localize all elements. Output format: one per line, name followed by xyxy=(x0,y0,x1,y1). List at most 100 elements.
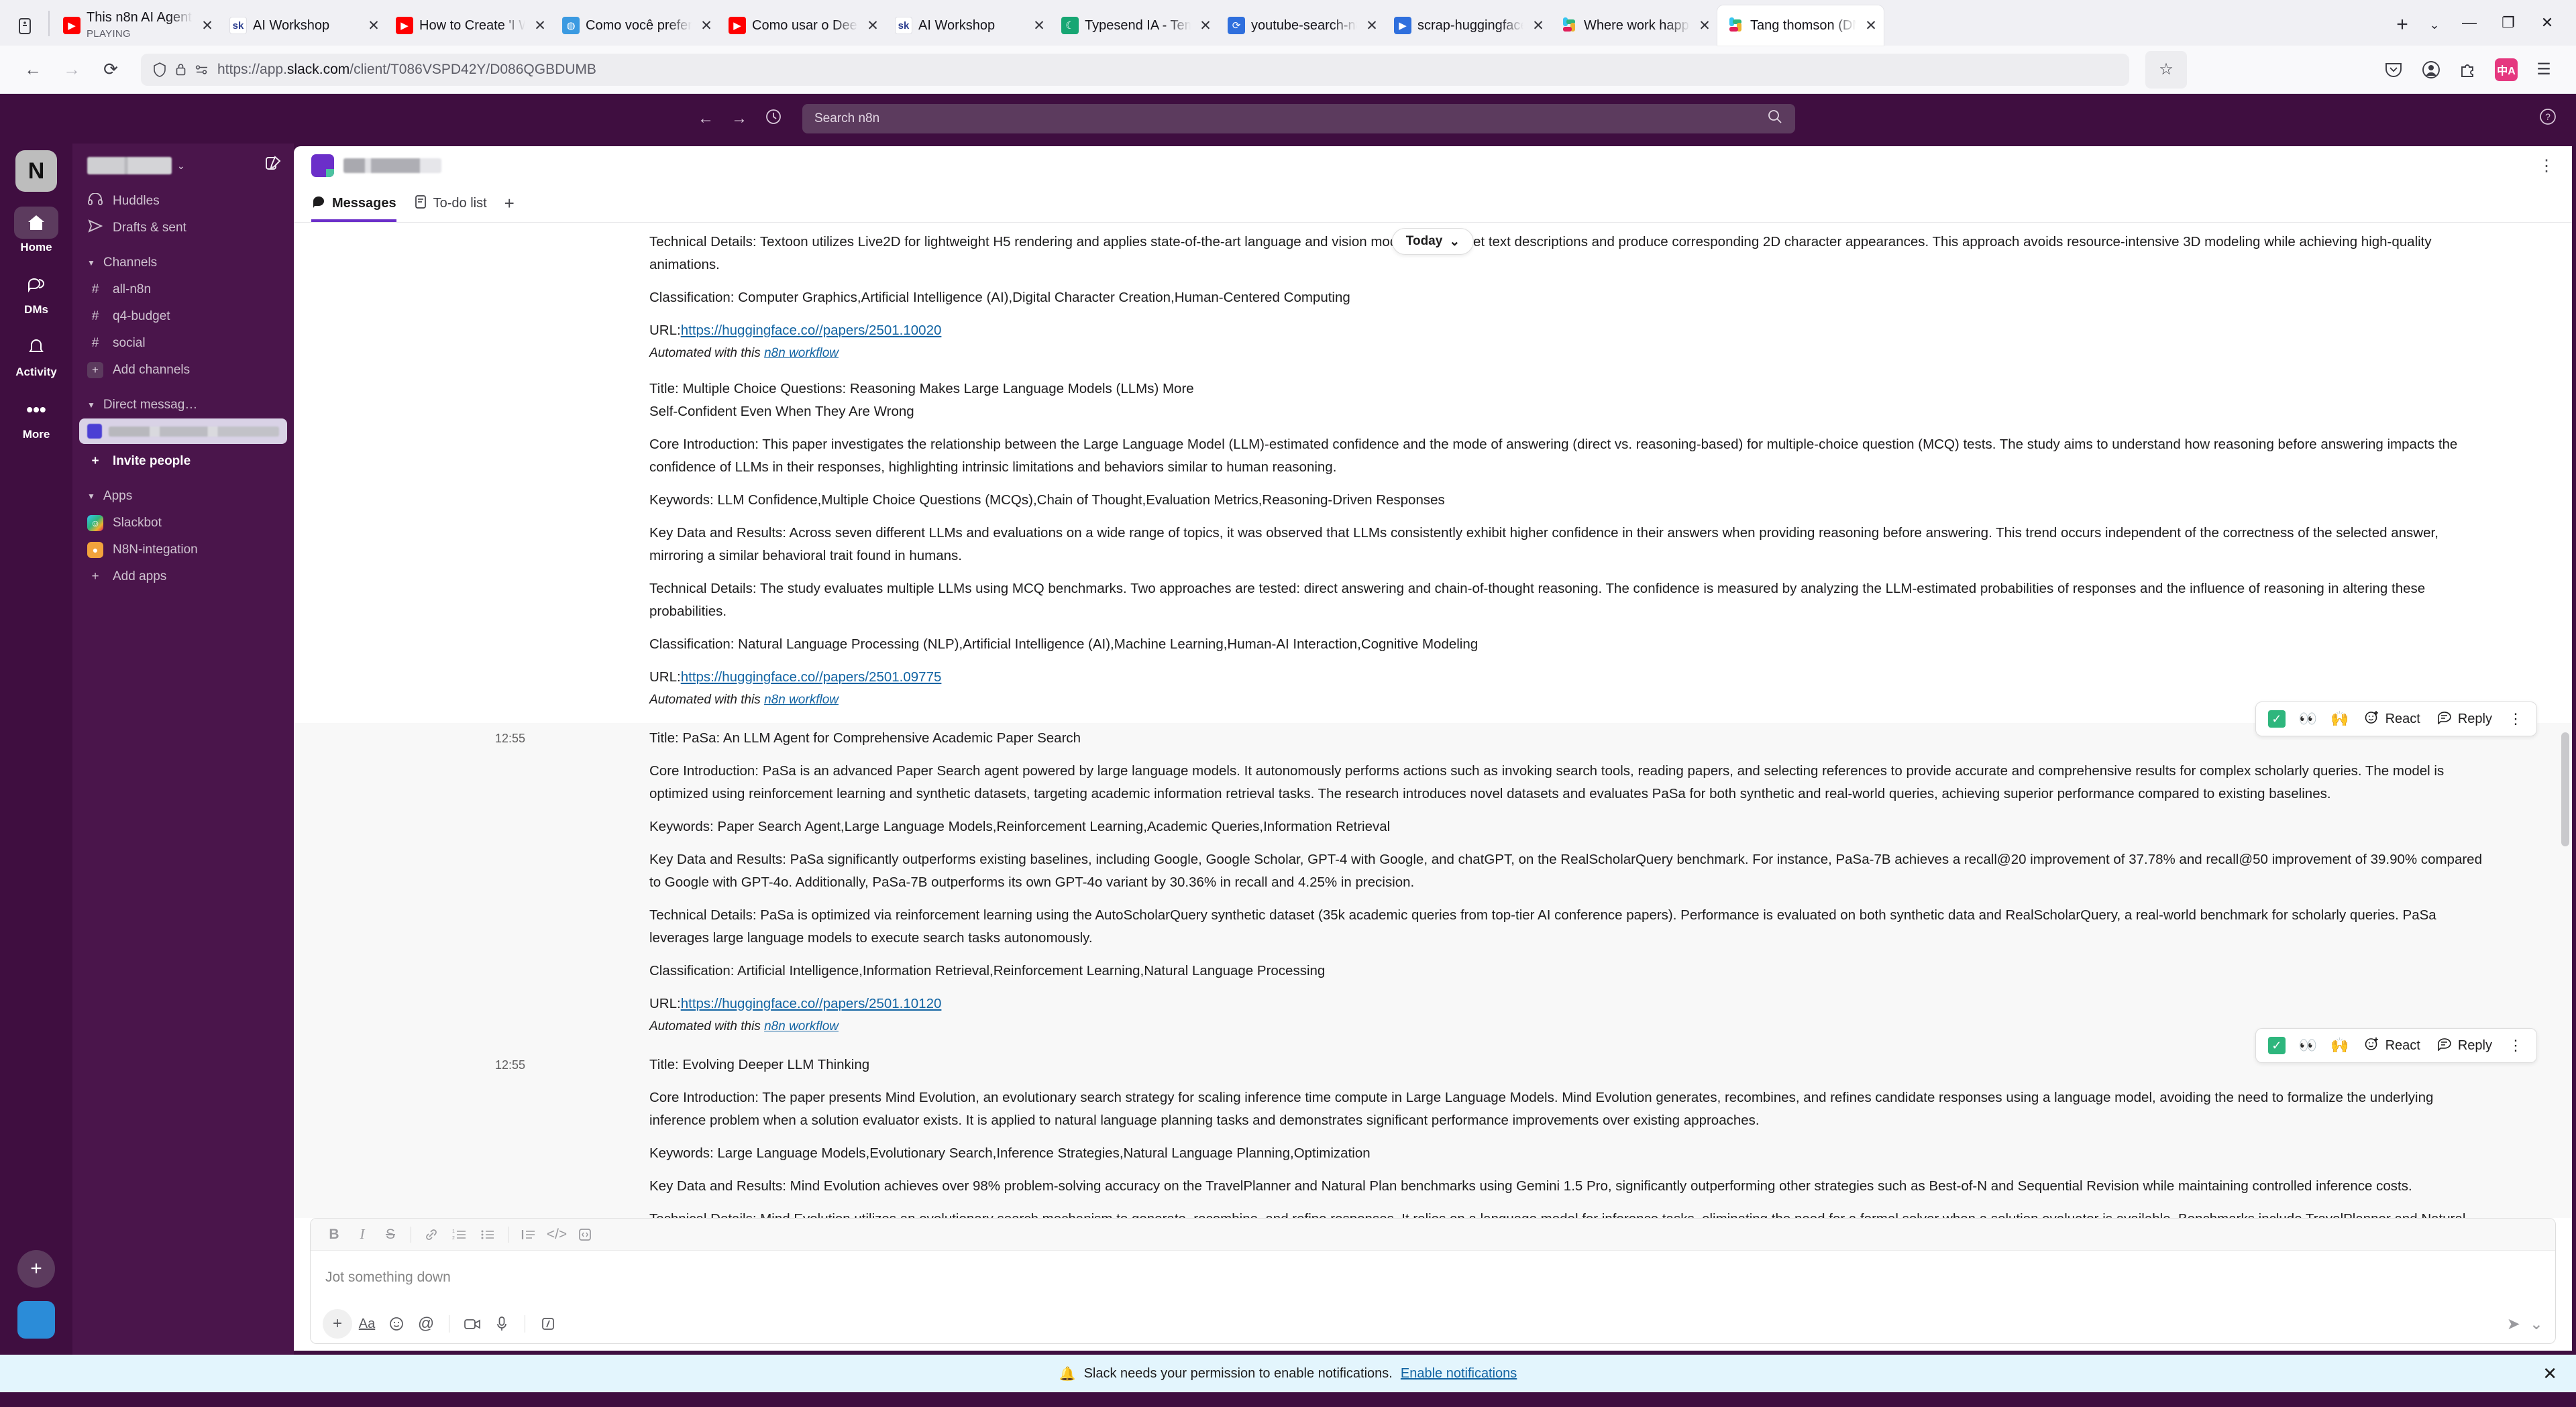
sidebar-item-social[interactable]: # social xyxy=(72,330,294,357)
browser-tab[interactable]: sk AI Workshop ✕ xyxy=(220,5,386,46)
sidebar-item-slackbot[interactable]: ☺ Slackbot xyxy=(72,510,294,537)
reaction-white-check-mark-icon[interactable]: ✓ xyxy=(2261,706,2292,732)
composer-input[interactable]: Jot something down xyxy=(311,1251,2555,1304)
rail-item-activity[interactable]: Activity xyxy=(9,331,64,379)
browser-tab[interactable]: sk AI Workshop ✕ xyxy=(885,5,1052,46)
new-tab-button[interactable]: + xyxy=(2385,8,2419,42)
sidebar-item-dm-active[interactable] xyxy=(79,418,287,444)
reaction-eyes-icon[interactable]: 👀 xyxy=(2292,1032,2324,1059)
browser-tab[interactable]: ◍ Como você prefere pagar ✕ xyxy=(553,5,719,46)
sidebar-section-apps[interactable]: ▼ Apps xyxy=(72,483,294,510)
video-clip-button[interactable] xyxy=(458,1309,487,1339)
pocket-icon[interactable] xyxy=(2375,51,2412,89)
send-options-caret-icon[interactable]: ⌄ xyxy=(2530,1314,2543,1334)
tab-close-icon[interactable]: ✕ xyxy=(1696,17,1713,34)
slack-back-icon[interactable]: ← xyxy=(698,109,714,128)
window-minimize-button[interactable]: — xyxy=(2450,5,2489,40)
sidebar-item-drafts[interactable]: Drafts & sent xyxy=(72,215,294,241)
sidebar-item-huddles[interactable]: Huddles xyxy=(72,188,294,215)
react-button[interactable]: React xyxy=(2356,1032,2428,1059)
message-hover-toolbar[interactable]: ✓ 👀 🙌 React Reply ⋮ xyxy=(2255,1028,2537,1063)
bullet-list-button[interactable] xyxy=(474,1221,502,1248)
tab-close-icon[interactable]: ✕ xyxy=(1529,17,1547,34)
tab-close-icon[interactable]: ✕ xyxy=(1030,17,1048,34)
window-restore-button[interactable]: ❐ xyxy=(2489,5,2528,40)
send-button[interactable]: ➤ xyxy=(2507,1314,2520,1334)
mention-button[interactable]: @ xyxy=(411,1309,441,1339)
sidebar-item-add-apps[interactable]: + Add apps xyxy=(72,563,294,590)
help-icon[interactable]: ? xyxy=(2538,107,2557,131)
browser-tab[interactable]: ▶ Como usar o Deepseek no ✕ xyxy=(719,5,885,46)
react-button[interactable]: React xyxy=(2356,706,2428,732)
sidebar-header[interactable]: ⌄ xyxy=(72,144,294,188)
paper-link[interactable]: https://huggingface.co//papers/2501.1012… xyxy=(681,996,942,1011)
back-button[interactable]: ← xyxy=(13,50,52,89)
sidebar-section-channels[interactable]: ▼ Channels xyxy=(72,249,294,276)
enable-notifications-link[interactable]: Enable notifications xyxy=(1401,1366,1517,1382)
emoji-button[interactable] xyxy=(382,1309,411,1339)
code-block-button[interactable] xyxy=(571,1221,599,1248)
n8n-workflow-link[interactable]: n8n workflow xyxy=(764,1019,839,1033)
tab-close-icon[interactable]: ✕ xyxy=(698,17,715,34)
sidebar-item-invite-people[interactable]: + Invite people xyxy=(72,448,294,475)
tab-close-icon[interactable]: ✕ xyxy=(199,17,216,34)
list-all-tabs-icon[interactable] xyxy=(5,7,44,46)
slack-history-icon[interactable] xyxy=(765,108,782,130)
message-timestamp[interactable]: 12:55 xyxy=(495,1054,525,1076)
permissions-icon[interactable] xyxy=(195,64,209,75)
message-list[interactable]: Today ⌄ Technical Details: Textoon utili… xyxy=(294,223,2572,1218)
attach-plus-button[interactable]: + xyxy=(323,1309,352,1339)
search-icon[interactable] xyxy=(1767,109,1783,129)
address-bar[interactable]: https://app.slack.com/client/T086VSPD42Y… xyxy=(141,53,2129,86)
reaction-raised-hands-icon[interactable]: 🙌 xyxy=(2324,1032,2355,1059)
formatting-toggle-button[interactable]: Aa xyxy=(352,1309,382,1339)
slack-search-input[interactable]: Search n8n xyxy=(802,104,1795,133)
browser-tab[interactable]: ▶ How to Create 'I Want' Au ✕ xyxy=(386,5,553,46)
tab-close-icon[interactable]: ✕ xyxy=(1197,17,1214,34)
close-icon[interactable]: ✕ xyxy=(2542,1363,2557,1384)
translate-icon[interactable]: 中A xyxy=(2487,51,2525,89)
browser-tab[interactable]: ▶ This n8n AI Agent will AU PLAYING ✕ xyxy=(54,5,220,46)
tab-todo-list[interactable]: To-do list xyxy=(414,186,487,222)
avatar[interactable] xyxy=(17,1301,55,1339)
reply-button[interactable]: Reply xyxy=(2428,1032,2500,1059)
italic-button[interactable]: I xyxy=(348,1221,376,1248)
today-divider-pill[interactable]: Today ⌄ xyxy=(1391,228,1474,255)
slash-command-button[interactable] xyxy=(533,1309,563,1339)
n8n-workflow-link[interactable]: n8n workflow xyxy=(764,693,839,707)
n8n-workflow-link[interactable]: n8n workflow xyxy=(764,346,839,360)
tab-close-icon[interactable]: ✕ xyxy=(864,17,881,34)
slack-forward-icon[interactable]: → xyxy=(731,109,747,128)
paper-link[interactable]: https://huggingface.co//papers/2501.1002… xyxy=(681,323,942,338)
rail-item-home[interactable]: Home xyxy=(9,207,64,254)
bookmark-star-icon[interactable]: ☆ xyxy=(2145,50,2187,89)
blockquote-button[interactable] xyxy=(515,1221,543,1248)
bold-button[interactable]: B xyxy=(320,1221,348,1248)
rail-create-button[interactable]: + xyxy=(17,1250,55,1288)
browser-tab-active[interactable]: Tang thomson (DM) - n8n ✕ xyxy=(1717,5,1884,46)
more-actions-icon[interactable]: ⋮ xyxy=(2500,706,2531,732)
reload-button[interactable]: ⟳ xyxy=(91,50,130,89)
lock-icon[interactable] xyxy=(175,62,186,76)
sidebar-item-all-n8n[interactable]: # all-n8n xyxy=(72,276,294,303)
tab-close-icon[interactable]: ✕ xyxy=(365,17,382,34)
browser-tab[interactable]: Where work happens | Sla ✕ xyxy=(1551,5,1717,46)
browser-tab[interactable]: ☾ Typesend IA - Templat ✕ xyxy=(1052,5,1218,46)
code-button[interactable]: </> xyxy=(543,1221,571,1248)
window-close-button[interactable]: ✕ xyxy=(2528,5,2567,40)
workspace-icon[interactable]: N xyxy=(15,150,57,192)
sidebar-item-q4-budget[interactable]: # q4-budget xyxy=(72,303,294,330)
tab-messages[interactable]: Messages xyxy=(311,186,396,222)
rail-item-dms[interactable]: DMs xyxy=(9,269,64,317)
reaction-eyes-icon[interactable]: 👀 xyxy=(2292,706,2324,732)
browser-tab[interactable]: ⟳ youtube-search-n8n - ✕ xyxy=(1218,5,1385,46)
tab-close-icon[interactable]: ✕ xyxy=(1363,17,1381,34)
account-icon[interactable] xyxy=(2412,51,2450,89)
reaction-raised-hands-icon[interactable]: 🙌 xyxy=(2324,706,2355,732)
message-hover-toolbar[interactable]: ✓ 👀 🙌 React Reply ⋮ xyxy=(2255,701,2537,736)
compose-icon[interactable] xyxy=(264,155,282,177)
tab-list-menu-icon[interactable]: ⌄ xyxy=(2419,8,2450,42)
rail-item-more[interactable]: ••• More xyxy=(9,394,64,441)
shield-icon[interactable] xyxy=(153,62,166,77)
message-timestamp[interactable]: 12:55 xyxy=(495,727,525,750)
